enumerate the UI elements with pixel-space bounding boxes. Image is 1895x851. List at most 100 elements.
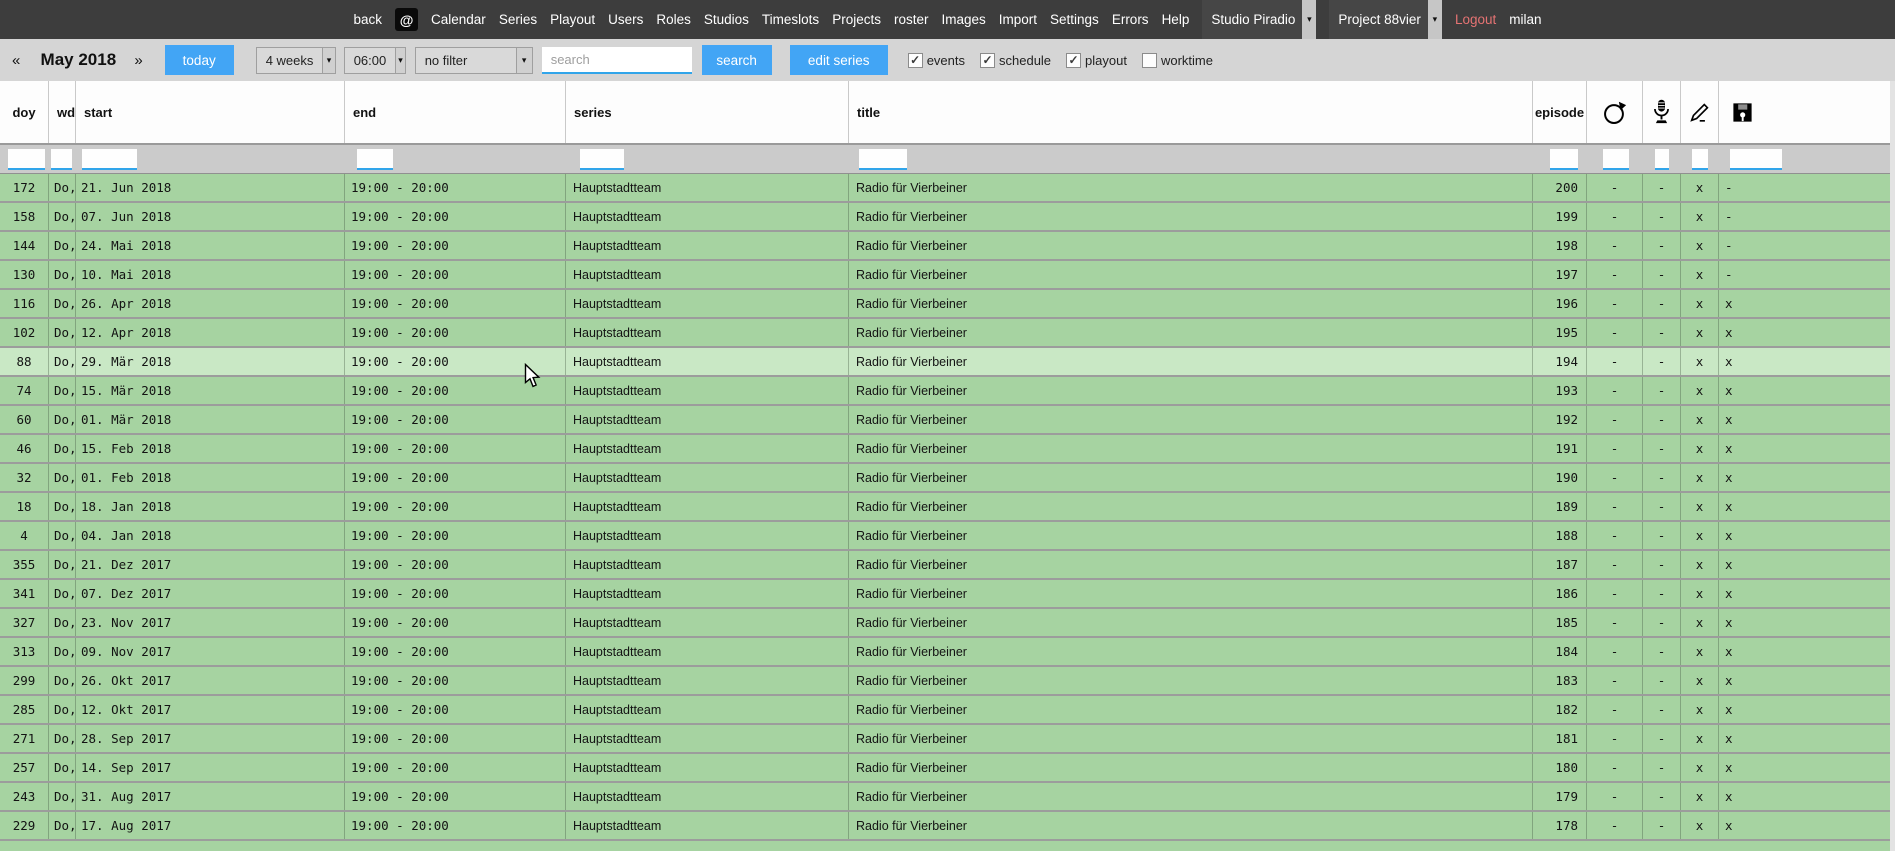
cell-floppy: x: [1718, 522, 1895, 549]
filter-series-input[interactable]: [580, 149, 624, 170]
cell-time: 19:00 - 20:00: [344, 464, 565, 491]
checkbox-schedule[interactable]: ✓schedule: [980, 53, 1051, 68]
cell-doy: 46: [0, 435, 48, 462]
prev-month-button[interactable]: «: [8, 52, 24, 69]
cell-series: Hauptstadtteam: [565, 638, 848, 665]
filter-preproduced-input[interactable]: [1692, 149, 1708, 170]
table-row[interactable]: 88Do,29. Mär 201819:00 - 20:00Hauptstadt…: [0, 348, 1895, 377]
cell-doy: 257: [0, 754, 48, 781]
nav-item-help[interactable]: Help: [1162, 12, 1190, 27]
table-row[interactable]: 229Do,17. Aug 201719:00 - 20:00Hauptstad…: [0, 812, 1895, 841]
table-row[interactable]: 158Do,07. Jun 201819:00 - 20:00Hauptstad…: [0, 203, 1895, 232]
nav-item-timeslots[interactable]: Timeslots: [762, 12, 819, 27]
table-row[interactable]: 32Do,01. Feb 201819:00 - 20:00Hauptstadt…: [0, 464, 1895, 493]
filter-wd-input[interactable]: [51, 149, 72, 170]
table-row[interactable]: 271Do,28. Sep 201719:00 - 20:00Hauptstad…: [0, 725, 1895, 754]
column-header-wd[interactable]: wd: [48, 81, 75, 143]
chevron-down-icon[interactable]: ▾: [322, 48, 334, 73]
chevron-down-icon[interactable]: ▾: [1428, 0, 1442, 39]
column-header-title[interactable]: title: [848, 81, 1532, 143]
edit-series-button[interactable]: edit series: [790, 45, 888, 75]
scrollbar[interactable]: [1890, 81, 1895, 851]
filter-doy-input[interactable]: [8, 149, 45, 170]
checkbox-checked-icon[interactable]: ✓: [980, 53, 995, 68]
nav-item-calendar[interactable]: Calendar: [431, 12, 486, 27]
checkbox-label: worktime: [1161, 53, 1213, 68]
filter-title-input[interactable]: [859, 149, 907, 170]
cell-series: Hauptstadtteam: [565, 493, 848, 520]
cell-pencil: x: [1680, 203, 1718, 230]
table-row[interactable]: 341Do,07. Dez 201719:00 - 20:00Hauptstad…: [0, 580, 1895, 609]
filter-live-input[interactable]: [1655, 149, 1669, 170]
cell-floppy: x: [1718, 667, 1895, 694]
today-button[interactable]: today: [165, 45, 234, 75]
chevron-down-icon[interactable]: ▾: [516, 48, 532, 73]
project-select[interactable]: Project 88vier ▾: [1329, 0, 1442, 39]
column-header-series[interactable]: series: [565, 81, 848, 143]
filter-select[interactable]: no filter ▾: [415, 47, 533, 74]
table-row-partial[interactable]: [0, 841, 1895, 851]
cell-series: Hauptstadtteam: [565, 203, 848, 230]
filter-saved-input[interactable]: [1730, 149, 1782, 170]
logout-button[interactable]: Logout: [1455, 12, 1496, 27]
column-header-saved[interactable]: [1718, 81, 1895, 143]
search-input[interactable]: [542, 47, 692, 74]
nav-item-series[interactable]: Series: [499, 12, 537, 27]
nav-item-roles[interactable]: Roles: [656, 12, 691, 27]
table-row[interactable]: 172Do,21. Jun 201819:00 - 20:00Hauptstad…: [0, 174, 1895, 203]
table-row[interactable]: 130Do,10. Mai 201819:00 - 20:00Hauptstad…: [0, 261, 1895, 290]
filter-repeat-input[interactable]: [1603, 149, 1629, 170]
table-row[interactable]: 243Do,31. Aug 201719:00 - 20:00Hauptstad…: [0, 783, 1895, 812]
table-row[interactable]: 46Do,15. Feb 201819:00 - 20:00Hauptstadt…: [0, 435, 1895, 464]
range-select[interactable]: 4 weeks ▾: [256, 47, 336, 74]
nav-item-users[interactable]: Users: [608, 12, 643, 27]
table-row[interactable]: 355Do,21. Dez 201719:00 - 20:00Hauptstad…: [0, 551, 1895, 580]
nav-item-projects[interactable]: Projects: [832, 12, 881, 27]
nav-item-playout[interactable]: Playout: [550, 12, 595, 27]
search-button[interactable]: search: [702, 45, 772, 75]
next-month-button[interactable]: »: [130, 52, 146, 69]
nav-item-back[interactable]: back: [353, 12, 382, 27]
filter-start-input[interactable]: [82, 149, 137, 170]
checkbox-checked-icon[interactable]: ✓: [908, 53, 923, 68]
column-header-repeat[interactable]: [1586, 81, 1642, 143]
nav-item-roster[interactable]: roster: [894, 12, 929, 27]
nav-item-images[interactable]: Images: [941, 12, 985, 27]
table-row[interactable]: 18Do,18. Jan 201819:00 - 20:00Hauptstadt…: [0, 493, 1895, 522]
nav-item-errors[interactable]: Errors: [1112, 12, 1149, 27]
table-row[interactable]: 327Do,23. Nov 201719:00 - 20:00Hauptstad…: [0, 609, 1895, 638]
checkbox-worktime[interactable]: worktime: [1142, 53, 1213, 68]
table-row[interactable]: 299Do,26. Okt 201719:00 - 20:00Hauptstad…: [0, 667, 1895, 696]
table-row[interactable]: 285Do,12. Okt 201719:00 - 20:00Hauptstad…: [0, 696, 1895, 725]
chevron-down-icon[interactable]: ▾: [1302, 0, 1316, 39]
nav-item-import[interactable]: Import: [999, 12, 1037, 27]
table-row[interactable]: 257Do,14. Sep 201719:00 - 20:00Hauptstad…: [0, 754, 1895, 783]
checkbox-unchecked-icon[interactable]: [1142, 53, 1157, 68]
table-row[interactable]: 144Do,24. Mai 201819:00 - 20:00Hauptstad…: [0, 232, 1895, 261]
cell-mic: -: [1642, 783, 1680, 810]
chevron-down-icon[interactable]: ▾: [395, 48, 404, 73]
filter-episode-input[interactable]: [1550, 149, 1578, 170]
column-header-preproduced[interactable]: [1680, 81, 1718, 143]
column-header-live[interactable]: [1642, 81, 1680, 143]
column-header-doy[interactable]: doy: [0, 81, 48, 143]
column-header-start[interactable]: start: [75, 81, 344, 143]
table-row[interactable]: 60Do,01. Mär 201819:00 - 20:00Hauptstadt…: [0, 406, 1895, 435]
studio-select[interactable]: Studio Piradio ▾: [1202, 0, 1316, 39]
time-select[interactable]: 06:00 ▾: [344, 47, 406, 74]
nav-item-settings[interactable]: Settings: [1050, 12, 1099, 27]
table-row[interactable]: 74Do,15. Mär 201819:00 - 20:00Hauptstadt…: [0, 377, 1895, 406]
table-row[interactable]: 313Do,09. Nov 201719:00 - 20:00Hauptstad…: [0, 638, 1895, 667]
top-navigation: back @ CalendarSeriesPlayoutUsersRolesSt…: [0, 0, 1895, 39]
checkbox-checked-icon[interactable]: ✓: [1066, 53, 1081, 68]
nav-item-studios[interactable]: Studios: [704, 12, 749, 27]
filter-end-input[interactable]: [357, 149, 393, 170]
table-row[interactable]: 4Do,04. Jan 201819:00 - 20:00Hauptstadtt…: [0, 522, 1895, 551]
table-row[interactable]: 102Do,12. Apr 201819:00 - 20:00Hauptstad…: [0, 319, 1895, 348]
table-row[interactable]: 116Do,26. Apr 201819:00 - 20:00Hauptstad…: [0, 290, 1895, 319]
column-header-end[interactable]: end: [344, 81, 565, 143]
checkbox-events[interactable]: ✓events: [908, 53, 965, 68]
column-header-episode[interactable]: episode: [1532, 81, 1586, 143]
cell-series: Hauptstadtteam: [565, 667, 848, 694]
checkbox-playout[interactable]: ✓playout: [1066, 53, 1127, 68]
